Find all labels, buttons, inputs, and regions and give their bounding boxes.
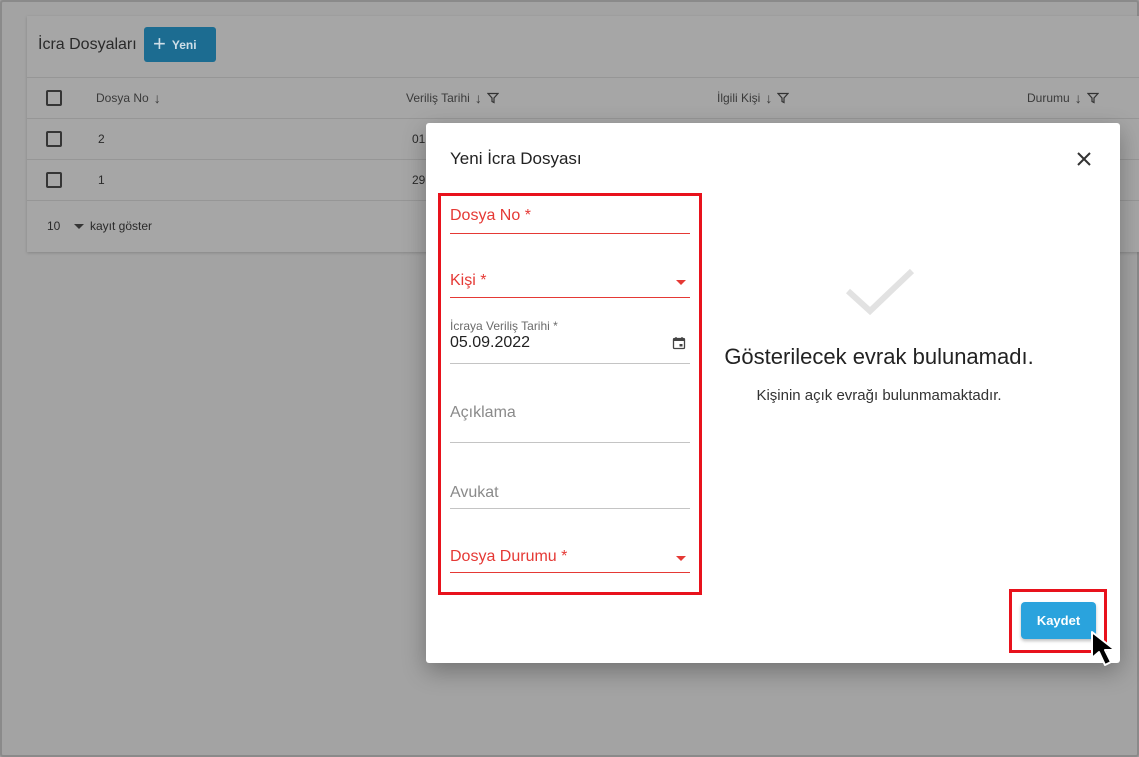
- avukat-label: Avukat: [450, 484, 499, 501]
- column-header-durumu[interactable]: Durumu ↓: [1027, 91, 1099, 105]
- field-underline: [450, 442, 690, 443]
- sort-arrow-icon[interactable]: ↓: [765, 91, 772, 105]
- row-checkbox[interactable]: [46, 172, 62, 188]
- cell-dosya-no: 2: [98, 132, 105, 146]
- row-checkbox[interactable]: [46, 131, 62, 147]
- dosya-durumu-select[interactable]: Dosya Durumu *: [450, 548, 690, 574]
- filter-icon[interactable]: [1086, 92, 1099, 104]
- new-button[interactable]: + Yeni: [144, 27, 216, 62]
- kisi-label: Kişi *: [450, 272, 487, 289]
- empty-state-title: Gösterilecek evrak bulunamadı.: [724, 344, 1034, 369]
- column-header-label: Dosya No: [96, 91, 149, 105]
- table-header-row: Dosya No ↓ Veriliş Tarihi ↓ İlgili Kişi …: [27, 78, 1139, 119]
- mouse-pointer-icon: [1091, 631, 1116, 666]
- form-highlight-box: [438, 193, 702, 595]
- verilis-tarihi-label: İcraya Veriliş Tarihi *: [450, 319, 558, 333]
- field-underline: [450, 297, 690, 298]
- screen-frame: İcra Dosyaları + Yeni Dosya No ↓ Veriliş…: [0, 0, 1139, 757]
- cell-verilis-tarihi: 29: [412, 173, 426, 187]
- filter-icon[interactable]: [486, 92, 499, 104]
- aciklama-label: Açıklama: [450, 404, 516, 421]
- page-size-label: kayıt göster: [90, 219, 153, 233]
- field-underline: [450, 572, 690, 573]
- save-button[interactable]: Kaydet: [1021, 602, 1096, 639]
- dialog-title: Yeni İcra Dosyası: [450, 149, 582, 168]
- field-underline: [450, 233, 690, 234]
- dosya-no-field[interactable]: Dosya No *: [450, 207, 690, 234]
- empty-state-subtitle: Kişinin açık evrağı bulunmamaktadır.: [756, 387, 1002, 404]
- filter-icon[interactable]: [777, 92, 790, 104]
- aciklama-field[interactable]: Açıklama: [450, 404, 690, 444]
- sort-arrow-icon[interactable]: ↓: [154, 91, 161, 105]
- dropdown-arrow-icon[interactable]: [676, 556, 686, 561]
- list-header: İcra Dosyaları + Yeni: [27, 16, 1139, 78]
- sort-arrow-icon[interactable]: ↓: [1075, 91, 1082, 105]
- column-header-label: Durumu: [1027, 91, 1070, 105]
- new-button-label: Yeni: [171, 37, 197, 52]
- column-header-label: Veriliş Tarihi: [406, 91, 470, 105]
- sort-arrow-icon[interactable]: ↓: [475, 91, 482, 105]
- verilis-tarihi-field[interactable]: İcraya Veriliş Tarihi * 05.09.2022: [450, 319, 690, 364]
- column-header-verilis-tarihi[interactable]: Veriliş Tarihi ↓: [406, 91, 499, 105]
- cell-dosya-no: 1: [98, 173, 105, 187]
- dosya-no-label: Dosya No *: [450, 207, 531, 224]
- select-all-checkbox[interactable]: [46, 90, 62, 106]
- column-header-ilgili-kisi[interactable]: İlgili Kişi ↓: [717, 91, 790, 105]
- column-header-label: İlgili Kişi: [717, 91, 761, 105]
- close-icon[interactable]: [1074, 149, 1094, 169]
- cell-verilis-tarihi: 01: [412, 132, 426, 146]
- page-title: İcra Dosyaları: [38, 36, 137, 53]
- field-underline: [450, 363, 690, 364]
- page-size-dropdown-icon[interactable]: [74, 224, 84, 229]
- plus-icon: +: [153, 30, 166, 56]
- avukat-field[interactable]: Avukat: [450, 484, 690, 509]
- dropdown-arrow-icon[interactable]: [676, 280, 686, 285]
- column-header-dosya-no[interactable]: Dosya No ↓: [96, 91, 161, 105]
- checkmark-icon: [845, 268, 915, 316]
- new-icra-dialog: Yeni İcra Dosyası Dosya No * Kişi * İcra…: [426, 123, 1120, 663]
- page-size-value[interactable]: 10: [47, 219, 60, 233]
- verilis-tarihi-value[interactable]: 05.09.2022: [450, 334, 530, 352]
- field-underline: [450, 508, 690, 509]
- dosya-durumu-label: Dosya Durumu *: [450, 548, 568, 565]
- calendar-icon[interactable]: [672, 336, 686, 350]
- kisi-select[interactable]: Kişi *: [450, 272, 690, 299]
